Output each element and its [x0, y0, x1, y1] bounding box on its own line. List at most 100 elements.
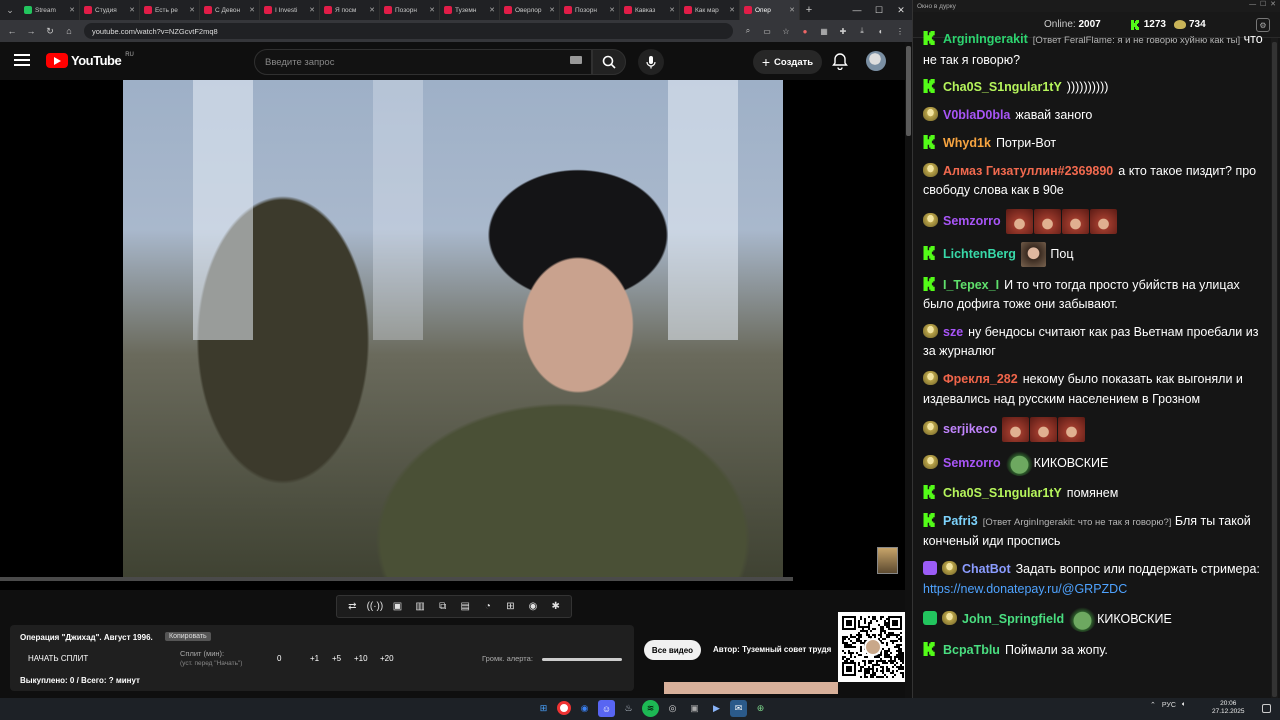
chat-username[interactable]: Pafri3 — [943, 514, 978, 528]
extension-control-icon[interactable]: ⊞ — [501, 601, 519, 612]
tab-close-icon[interactable]: ✕ — [369, 6, 375, 14]
extension-control-icon[interactable]: ((·)) — [366, 601, 384, 612]
menu-kebab-icon[interactable]: ⋮ — [892, 23, 908, 39]
increment-button[interactable]: +10 — [354, 654, 368, 663]
alert-volume-slider[interactable] — [542, 658, 622, 661]
tab-close-icon[interactable]: ✕ — [489, 6, 495, 14]
account-avatar[interactable] — [866, 51, 886, 71]
browser-tab[interactable]: Студия ✕ — [80, 0, 140, 20]
chat-username[interactable]: V0blaD0bla — [943, 108, 1010, 122]
chrome-icon[interactable] — [557, 701, 571, 715]
window-controls[interactable]: — ☐ ✕ — [1249, 0, 1276, 8]
chat-username[interactable]: Cha0S_S1ngular1tY — [943, 486, 1062, 500]
chat-username[interactable]: I_Tepex_I — [943, 278, 999, 292]
chat-username[interactable]: serjikeco — [943, 422, 997, 436]
all-videos-chip[interactable]: Все видео — [644, 640, 701, 660]
tab-close-icon[interactable]: ✕ — [129, 6, 135, 14]
chat-username[interactable]: sze — [943, 325, 963, 339]
youtube-logo[interactable]: YouTube RU — [46, 52, 134, 68]
chat-username[interactable]: Semzorro — [943, 214, 1001, 228]
menu-hamburger-icon[interactable] — [14, 54, 30, 68]
video-thumbnail-overlay[interactable] — [877, 547, 898, 574]
volume-icon[interactable]: 🔈︎ — [1182, 701, 1186, 709]
chat-username[interactable]: John_Springfield — [962, 612, 1064, 626]
tab-close-icon[interactable]: ✕ — [189, 6, 195, 14]
extension-control-icon[interactable]: ◉ — [524, 601, 542, 612]
extension-control-icon[interactable]: ◔ — [479, 601, 497, 612]
bookmark-star-icon[interactable]: ☆ — [778, 23, 794, 39]
chat-scrollbar[interactable] — [1271, 38, 1278, 698]
extension-icon[interactable]: ● — [797, 23, 813, 39]
notifications-icon[interactable] — [1262, 704, 1271, 713]
notifications-bell-icon[interactable] — [832, 52, 848, 70]
chat-username[interactable]: Semzorro — [943, 456, 1001, 470]
browser-icon[interactable]: ◉ — [576, 700, 593, 717]
profile-icon[interactable]: ◐ — [873, 23, 889, 39]
increment-button[interactable]: +1 — [310, 654, 319, 663]
video-player[interactable] — [0, 80, 905, 590]
increment-button[interactable]: +5 — [332, 654, 341, 663]
maximize-icon[interactable]: ☐ — [868, 0, 890, 20]
page-scrollbar[interactable] — [905, 42, 912, 698]
chat-username[interactable]: BcpaTblu — [943, 643, 1000, 657]
back-icon[interactable]: ← — [4, 23, 20, 39]
puzzle-icon[interactable]: ✚ — [835, 23, 851, 39]
chat-username[interactable]: Whyd1k — [943, 136, 991, 150]
extension-control-icon[interactable]: ✱ — [547, 601, 565, 612]
app-icon[interactable]: ✉ — [730, 700, 747, 717]
app-icon[interactable]: ⊕ — [752, 700, 769, 717]
browser-tab[interactable]: Опер ✕ — [740, 0, 800, 20]
search-button[interactable] — [592, 49, 626, 75]
browser-tab[interactable]: Оверлор ✕ — [500, 0, 560, 20]
voice-search-button[interactable] — [638, 49, 664, 75]
url-field[interactable]: youtube.com/watch?v=NZGcvtF2mq8 — [84, 23, 733, 39]
tab-close-icon[interactable]: ✕ — [609, 6, 615, 14]
obs-icon[interactable]: ◎ — [664, 700, 681, 717]
extension-control-icon[interactable]: ▣ — [388, 601, 406, 612]
windows-start-icon[interactable]: ⊞ — [535, 700, 552, 717]
copy-button[interactable]: Копировать — [165, 632, 211, 641]
extension-control-icon[interactable]: ▥ — [411, 601, 429, 612]
extension-icon[interactable]: ▦ — [816, 23, 832, 39]
tab-close-icon[interactable]: ✕ — [249, 6, 255, 14]
extension-control-icon[interactable]: ▤ — [456, 601, 474, 612]
downloads-icon[interactable]: ⤓ — [854, 23, 870, 39]
tab-list-button[interactable]: ⌄ — [0, 0, 20, 20]
author-chip[interactable]: Автор: Туземный совет трудя — [713, 645, 838, 654]
increment-button[interactable]: +20 — [380, 654, 394, 663]
chevron-up-icon[interactable]: ⌃ — [1150, 701, 1156, 709]
chat-username[interactable]: Фрекля_282 — [943, 372, 1018, 386]
browser-tab[interactable]: Позорн ✕ — [560, 0, 620, 20]
tab-close-icon[interactable]: ✕ — [729, 6, 735, 14]
create-button[interactable]: + Создать — [753, 50, 822, 74]
browser-tab[interactable]: Кавказ ✕ — [620, 0, 680, 20]
forward-icon[interactable]: → — [23, 23, 39, 39]
chat-username[interactable]: Алмаз Гизатуллин#2369890 — [943, 164, 1113, 178]
browser-tab[interactable]: Как мар ✕ — [680, 0, 740, 20]
keyboard-icon[interactable] — [570, 56, 582, 64]
app-icon[interactable]: ▣ — [686, 700, 703, 717]
browser-tab[interactable]: Я посм ✕ — [320, 0, 380, 20]
browser-tab[interactable]: Позорн ✕ — [380, 0, 440, 20]
browser-tab[interactable]: Есть ре ✕ — [140, 0, 200, 20]
tab-close-icon[interactable]: ✕ — [549, 6, 555, 14]
cast-icon[interactable]: ▭ — [759, 23, 775, 39]
extension-control-icon[interactable]: ⧉ — [434, 601, 452, 612]
zoom-icon[interactable]: ⌕ — [740, 23, 756, 39]
chat-link[interactable]: https://new.donatepay.ru/@GRPZDC — [923, 582, 1127, 596]
tab-close-icon[interactable]: ✕ — [69, 6, 75, 14]
discord-icon[interactable]: ☺ — [598, 700, 615, 717]
tab-close-icon[interactable]: ✕ — [669, 6, 675, 14]
extension-control-icon[interactable]: ⇄ — [343, 601, 361, 612]
browser-tab[interactable]: Туземн ✕ — [440, 0, 500, 20]
chat-username[interactable]: LichtenBerg — [943, 247, 1016, 261]
browser-tab[interactable]: I Investi ✕ — [260, 0, 320, 20]
browser-tab[interactable]: С Девон ✕ — [200, 0, 260, 20]
home-icon[interactable]: ⌂ — [61, 23, 77, 39]
video-frame[interactable] — [123, 80, 783, 580]
video-player-icon[interactable]: ▶ — [708, 700, 725, 717]
tab-close-icon[interactable]: ✕ — [789, 6, 795, 14]
spotify-icon[interactable]: ≋ — [642, 700, 659, 717]
start-split-button[interactable]: НАЧАТЬ СПЛИТ — [28, 654, 88, 663]
clock[interactable]: 20:06 27.12.2025 — [1212, 700, 1245, 716]
